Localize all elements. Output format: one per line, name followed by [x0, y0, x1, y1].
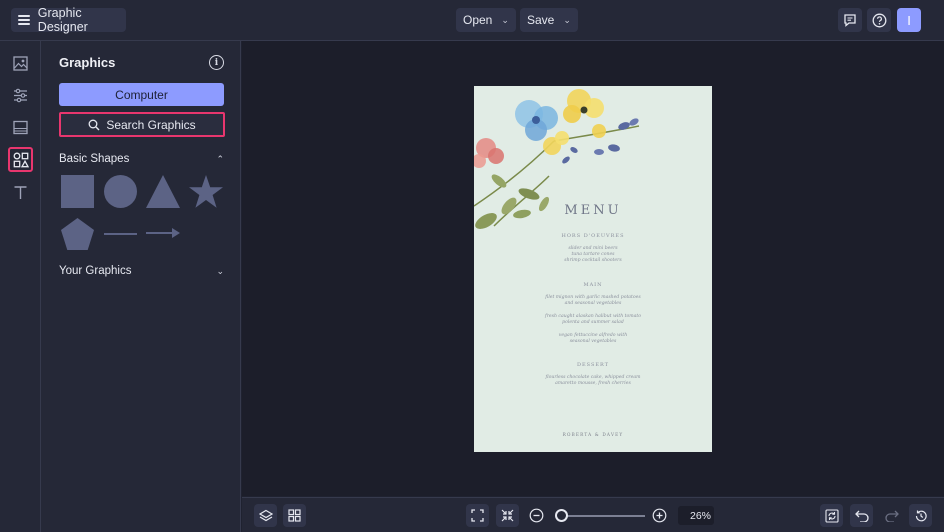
app-title: Graphic Designer: [37, 6, 88, 34]
chevron-up-icon: ⌃: [216, 153, 224, 164]
help-icon: [872, 13, 886, 27]
shape-triangle[interactable]: [146, 175, 180, 208]
section-heading: HORS D'OEUVRES: [561, 233, 625, 239]
upload-computer-button[interactable]: Computer: [59, 83, 224, 106]
menu-item: polenta and summer salad: [562, 320, 624, 325]
menu-item: and seasonal vegetables: [564, 301, 622, 306]
undo-icon: [854, 510, 869, 522]
zoom-out-button[interactable]: [529, 508, 544, 523]
rail-text-button[interactable]: [8, 180, 33, 205]
search-icon: [88, 119, 100, 130]
text-icon: [14, 186, 27, 199]
undo-button[interactable]: [850, 504, 873, 527]
rail-adjust-button[interactable]: [8, 83, 33, 108]
background-icon: [13, 120, 28, 135]
menu-item: seasonal vegetables: [569, 339, 617, 344]
shape-line[interactable]: [104, 232, 137, 236]
chevron-down-icon: ⌄: [563, 14, 571, 25]
your-graphics-header[interactable]: Your Graphics ⌄: [59, 263, 224, 279]
comment-icon: [844, 14, 856, 27]
plus-circle-icon: [652, 508, 667, 523]
grid-button[interactable]: [283, 504, 306, 527]
zoom-value[interactable]: 26%: [678, 506, 714, 525]
search-graphics-label: Search Graphics: [106, 117, 196, 132]
redo-button[interactable]: [880, 504, 903, 527]
collapse-icon: [501, 509, 514, 522]
menu-footer: ROBERTA & DAVEY: [562, 432, 624, 437]
image-icon: [13, 56, 28, 71]
bottom-toolbar: 26%: [242, 497, 944, 532]
grid-icon: [288, 509, 301, 522]
layers-button[interactable]: [254, 504, 277, 527]
save-label: Save: [527, 13, 555, 27]
shape-pentagon[interactable]: [61, 218, 94, 250]
panel-title: Graphics: [59, 55, 116, 70]
refresh-button[interactable]: [820, 504, 843, 527]
help-button[interactable]: [867, 8, 891, 32]
shape-circle[interactable]: [104, 175, 137, 208]
redo-icon: [884, 510, 899, 522]
menu-title: MENU: [564, 203, 622, 218]
rail-photos-button[interactable]: [8, 51, 33, 76]
refresh-icon: [824, 508, 839, 523]
shape-star[interactable]: [189, 175, 223, 208]
layers-icon: [258, 509, 273, 521]
hamburger-icon: [18, 15, 30, 25]
comments-button[interactable]: [838, 8, 862, 32]
graphics-panel: Graphics i Computer Search Graphics Basi…: [41, 41, 241, 532]
section-heading: DESSERT: [576, 362, 610, 368]
user-avatar[interactable]: I: [897, 8, 921, 32]
chevron-down-icon: ⌄: [216, 265, 224, 276]
fit-screen-button[interactable]: [466, 504, 489, 527]
rail-graphics-button[interactable]: [8, 147, 33, 172]
zoom-slider-track[interactable]: [561, 515, 645, 517]
chevron-down-icon: ⌄: [501, 14, 509, 25]
basic-shapes-label: Basic Shapes: [59, 153, 130, 165]
app-menu-button[interactable]: Graphic Designer: [11, 6, 126, 34]
zoom-slider-thumb[interactable]: [555, 509, 568, 522]
shapes-icon: [13, 152, 29, 167]
history-icon: [915, 510, 927, 521]
history-button[interactable]: [909, 504, 932, 527]
menu-item: amaretto mousse, fresh cherries: [555, 381, 631, 386]
canvas-area[interactable]: MENU HORS D'OEUVRES slider and mini beer…: [242, 41, 944, 496]
top-bar: Graphic Designer Open ⌄ Save ⌄ I: [0, 0, 944, 41]
tool-rail: [0, 41, 41, 532]
open-label: Open: [463, 13, 493, 27]
basic-shapes-header[interactable]: Basic Shapes ⌃: [59, 151, 224, 167]
minus-circle-icon: [529, 508, 544, 523]
save-dropdown[interactable]: Save ⌄: [520, 8, 578, 32]
zoom-in-button[interactable]: [652, 508, 667, 523]
expand-icon: [471, 509, 484, 522]
info-icon[interactable]: i: [209, 55, 224, 70]
menu-item: shrimp cocktail shooters: [564, 258, 622, 263]
rail-background-button[interactable]: [8, 115, 33, 140]
section-heading: MAIN: [583, 282, 603, 288]
search-graphics-button[interactable]: Search Graphics: [59, 112, 225, 137]
shape-arrow[interactable]: [146, 227, 180, 239]
your-graphics-label: Your Graphics: [59, 265, 132, 277]
menu-document[interactable]: MENU HORS D'OEUVRES slider and mini beer…: [474, 86, 712, 452]
open-dropdown[interactable]: Open ⌄: [456, 8, 516, 32]
sliders-icon: [14, 88, 27, 103]
floral-illustration: [474, 89, 640, 229]
shrink-button[interactable]: [496, 504, 519, 527]
shape-square[interactable]: [61, 175, 94, 208]
